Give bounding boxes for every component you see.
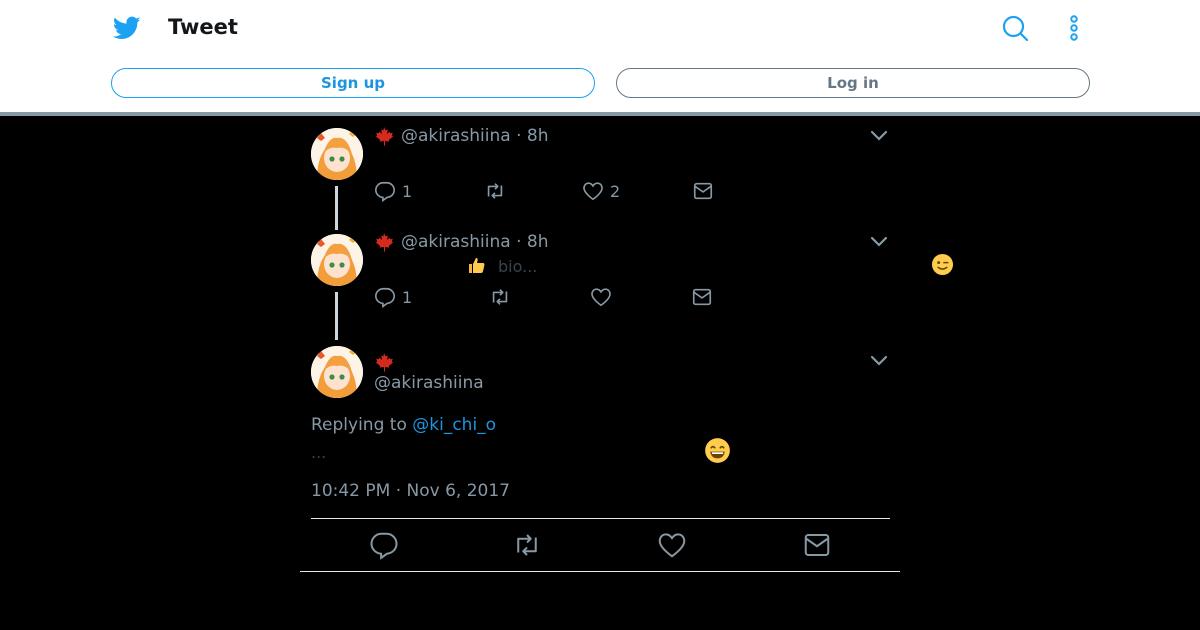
maple-leaf-icon [375,233,394,252]
tweet-text: bio... [498,257,538,276]
replying-to: Replying to @ki_chi_o [311,415,496,435]
like-button[interactable] [590,286,612,308]
sign-up-button[interactable]: Sign up [111,68,595,98]
thread-connector [335,186,338,230]
retweet-button[interactable] [489,286,511,308]
mention-link[interactable]: @ki_chi_o [412,415,496,435]
more-vertical-icon[interactable] [1064,14,1084,42]
like-icon[interactable] [657,530,687,560]
thread-connector [335,292,338,340]
tweet-handle[interactable]: @akirashiina · 8h [401,232,548,252]
header-divider [0,112,1200,116]
tweet-handle[interactable]: @akirashiina [374,373,484,393]
tweet-body: ... [311,443,327,462]
winking-emoji-icon [931,253,954,276]
maple-leaf-icon [375,127,394,146]
reply-count: 1 [402,287,413,307]
divider [300,571,900,572]
like-icon [583,182,603,201]
reply-icon[interactable] [369,530,399,560]
divider [311,518,890,519]
direct-message-icon[interactable] [802,530,832,560]
retweet-icon [487,183,503,199]
replying-prefix: Replying to [311,415,407,435]
reply-button[interactable]: 1 [374,286,412,308]
log-in-button[interactable]: Log in [616,68,1090,98]
maple-leaf-icon [375,353,394,372]
retweet-icon[interactable] [512,530,542,560]
direct-message-button[interactable] [692,180,714,202]
grinning-emoji-icon [705,438,730,463]
reply-count: 1 [402,181,413,201]
thumbs-up-emoji-icon [469,258,485,273]
chevron-down-icon[interactable] [870,130,888,142]
direct-message-icon [693,182,713,200]
direct-message-button[interactable] [691,286,713,308]
chevron-down-icon[interactable] [870,355,888,367]
avatar[interactable] [311,234,363,286]
chevron-down-icon[interactable] [870,236,888,248]
reply-icon [375,287,395,308]
tweet-timestamp[interactable]: 10:42 PM · Nov 6, 2017 [311,481,510,501]
like-button[interactable]: 2 [582,180,620,202]
like-icon [591,288,611,307]
twitter-bird-icon[interactable] [112,14,142,42]
like-count: 2 [610,181,621,201]
reply-icon [375,181,395,202]
page-title: Tweet [168,15,238,39]
tweet-handle[interactable]: @akirashiina · 8h [401,126,548,146]
direct-message-icon [692,288,712,306]
avatar[interactable] [311,128,363,180]
search-icon[interactable] [1001,14,1029,42]
reply-button[interactable]: 1 [374,180,412,202]
retweet-icon [492,289,508,305]
avatar[interactable] [311,346,363,398]
retweet-button[interactable] [484,180,506,202]
top-header: Tweet Sign up Log in [0,0,1200,112]
